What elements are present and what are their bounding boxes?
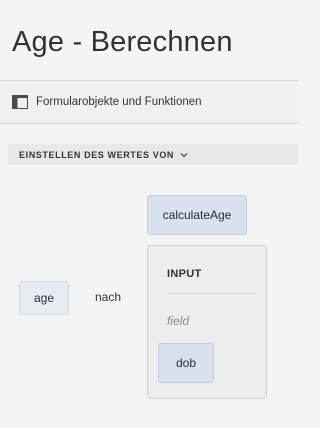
connector-text: nach <box>95 290 122 304</box>
form-objects-label: Formularobjekte und Funktionen <box>36 96 202 108</box>
set-value-section-header[interactable]: EINSTELLEN DES WERTES VON <box>8 144 298 165</box>
set-value-section-label: EINSTELLEN DES WERTES VON <box>19 149 175 160</box>
target-field-chip[interactable]: age <box>19 281 69 315</box>
panel-toggle-icon <box>12 95 28 109</box>
input-param-label: field <box>167 314 190 328</box>
input-panel: INPUT field dob <box>147 245 267 399</box>
target-field-label: age <box>33 291 55 305</box>
chevron-down-icon[interactable] <box>180 152 188 158</box>
input-divider <box>167 293 257 294</box>
function-name: calculateAge <box>162 208 232 222</box>
rule-editor-page: Age - Berechnen Formularobjekte und Funk… <box>0 0 298 428</box>
input-heading: INPUT <box>167 268 202 280</box>
page-title: Age - Berechnen <box>12 26 233 58</box>
input-value-chip[interactable]: dob <box>158 343 214 383</box>
toolbar: Formularobjekte und Funktionen <box>0 81 298 124</box>
function-chip-calculate-age[interactable]: calculateAge <box>147 195 247 235</box>
form-objects-button[interactable]: Formularobjekte und Funktionen <box>8 91 278 113</box>
input-value-label: dob <box>175 356 197 370</box>
